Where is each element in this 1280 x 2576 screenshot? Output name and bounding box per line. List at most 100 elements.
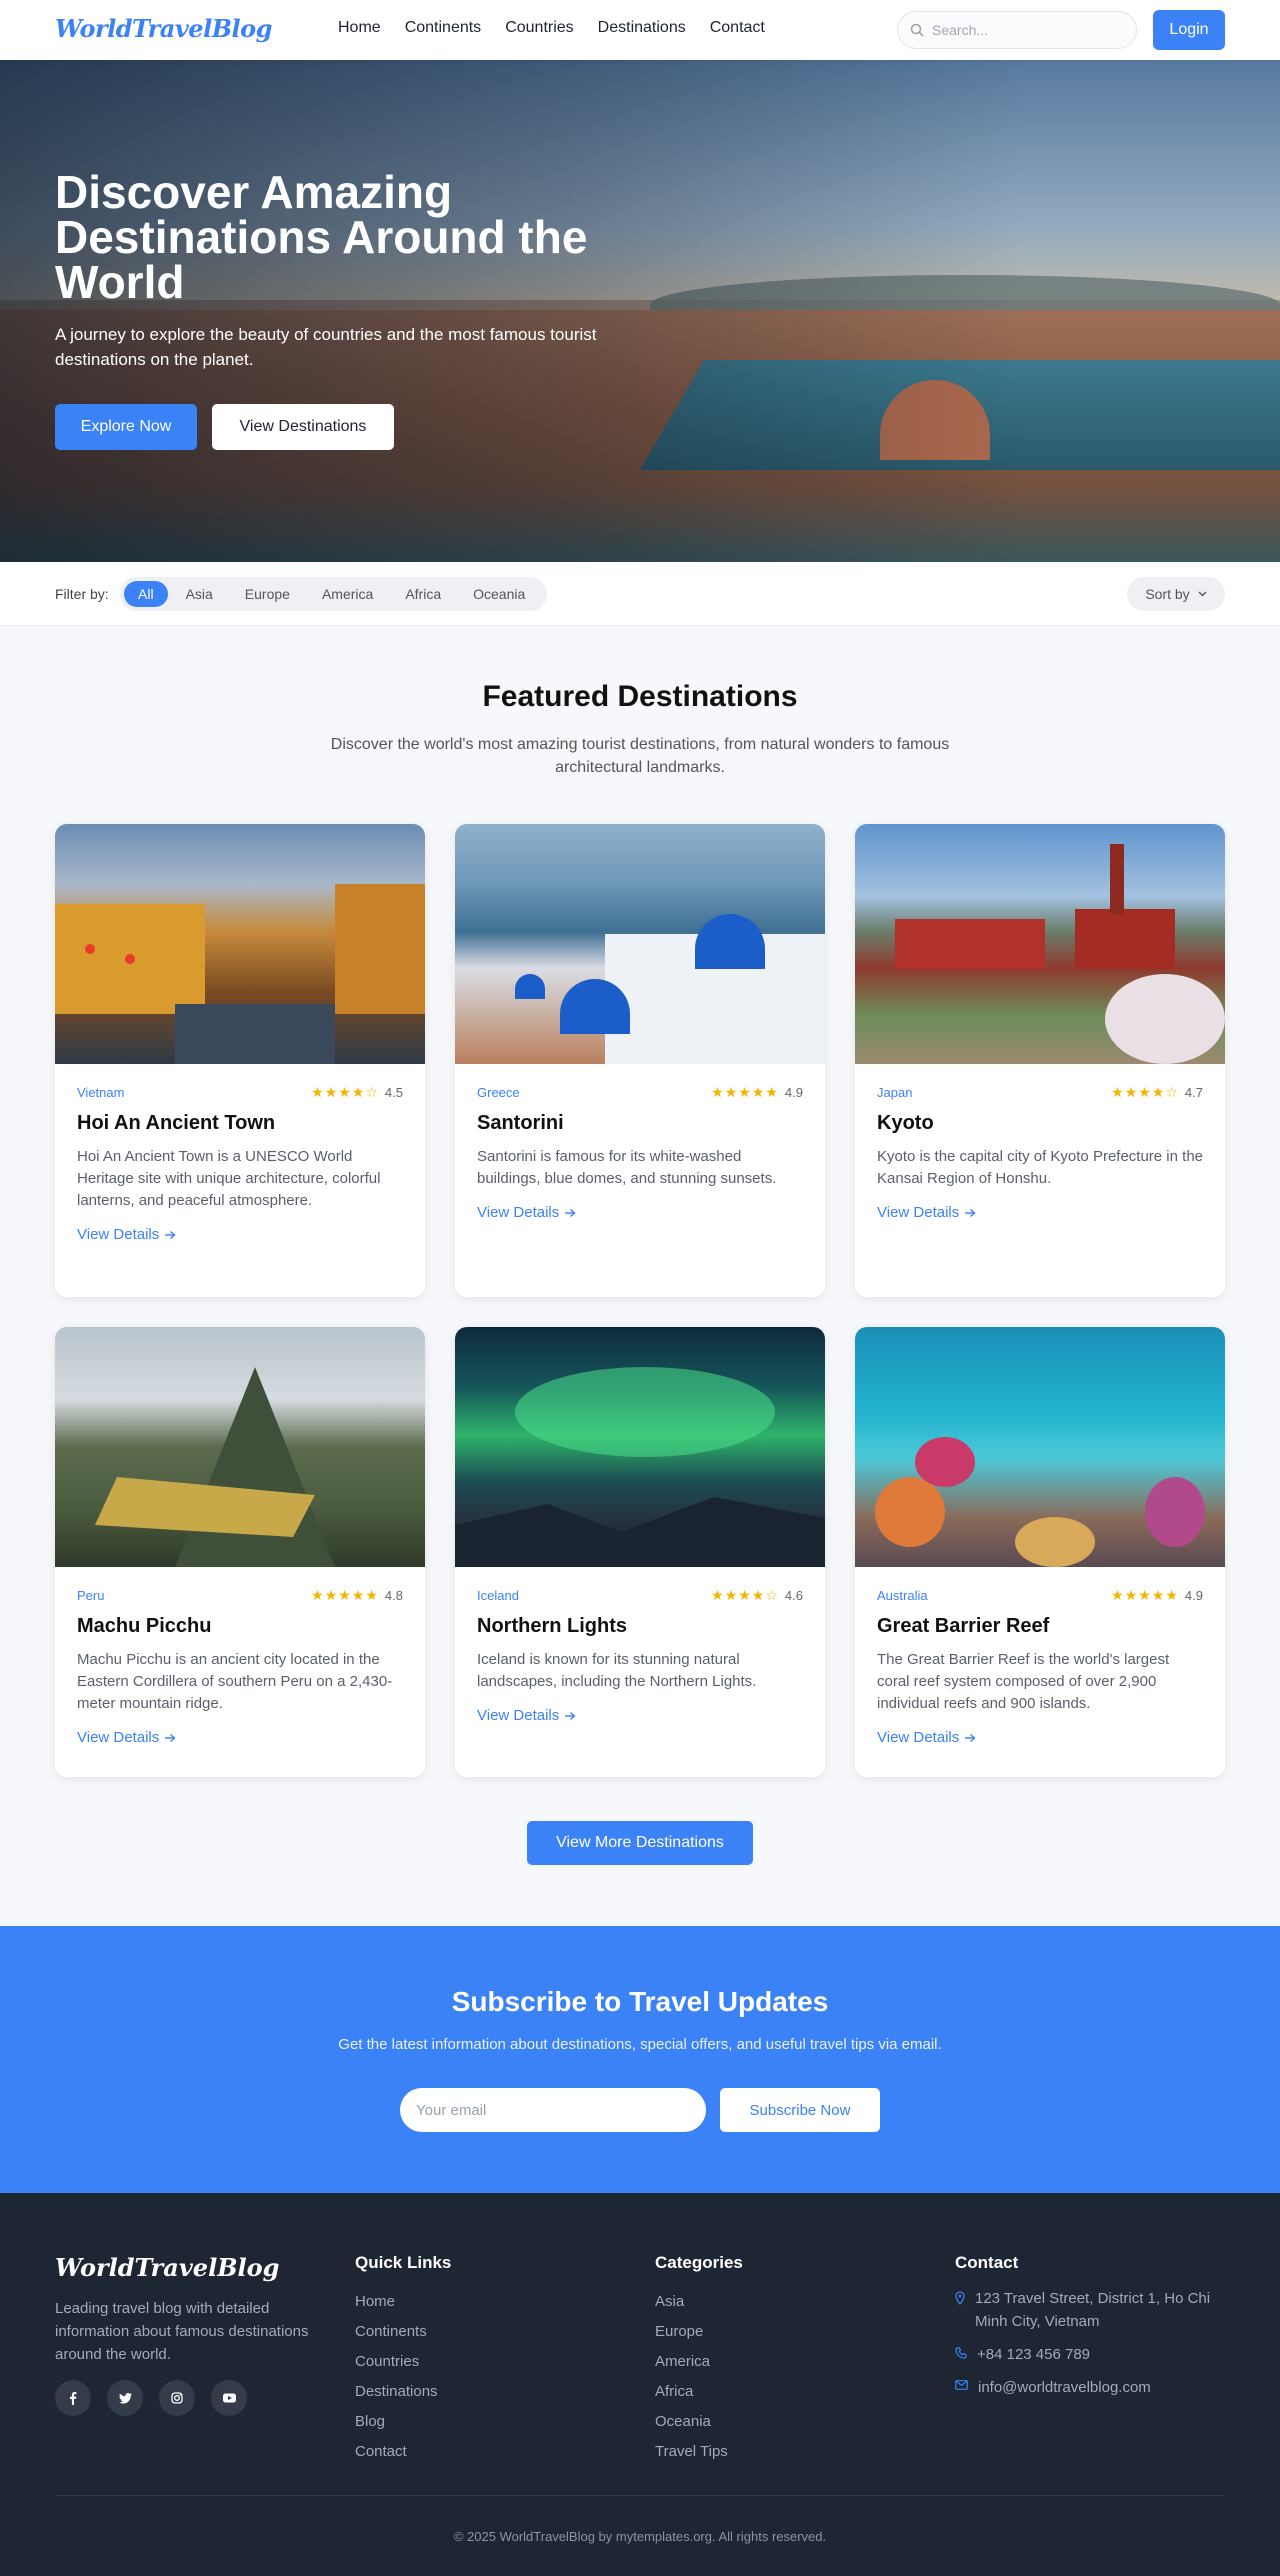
instagram-icon[interactable]	[159, 2380, 195, 2416]
card-image-machu-picchu	[55, 1327, 425, 1567]
view-more-destinations-button[interactable]: View More Destinations	[527, 1821, 753, 1865]
card-description: Iceland is known for its stunning natura…	[477, 1651, 757, 1690]
rating-stars: ★★★★☆	[311, 1084, 379, 1100]
social-links	[55, 2380, 247, 2416]
categories-column: Categories Asia Europe America Africa Oc…	[655, 2253, 743, 2467]
footer-category-europe[interactable]: Europe	[655, 2317, 743, 2347]
filter-asia[interactable]: Asia	[172, 581, 227, 607]
card-country: Iceland	[477, 1588, 519, 1603]
view-details-link[interactable]: View Details	[477, 1707, 576, 1724]
location-pin-icon	[955, 2291, 965, 2305]
card-description: Kyoto is the capital city of Kyoto Prefe…	[877, 1148, 1204, 1187]
card-image-santorini	[455, 824, 825, 1064]
footer-category-america[interactable]: America	[655, 2347, 743, 2377]
destination-card[interactable]: Iceland ★★★★☆ 4.6 Northern Lights Iceland…	[455, 1327, 825, 1777]
subscribe-section: Subscribe to Travel Updates Get the late…	[0, 1926, 1280, 2193]
footer-logo[interactable]: WorldTravelBlog	[55, 2253, 279, 2282]
rating-value: 4.9	[1184, 1588, 1203, 1603]
destination-card[interactable]: Vietnam ★★★★☆ 4.5 Hoi An Ancient Town Hoi…	[55, 824, 425, 1297]
footer-link-continents[interactable]: Continents	[355, 2317, 451, 2347]
login-button[interactable]: Login	[1153, 10, 1225, 50]
phone-icon	[955, 2347, 967, 2359]
filter-all[interactable]: All	[124, 581, 168, 607]
footer-category-africa[interactable]: Africa	[655, 2377, 743, 2407]
view-destinations-button[interactable]: View Destinations	[212, 404, 394, 450]
card-image-great-barrier-reef	[855, 1327, 1225, 1567]
contact-email: info@worldtravelblog.com	[955, 2376, 1225, 2399]
filter-america[interactable]: America	[308, 581, 387, 607]
card-image-kyoto	[855, 824, 1225, 1064]
nav-home[interactable]: Home	[338, 19, 381, 37]
view-details-link[interactable]: View Details	[477, 1204, 576, 1221]
search-icon	[910, 23, 924, 37]
hero-subtitle: A journey to explore the beauty of count…	[55, 325, 597, 369]
hero-overlay	[0, 60, 1280, 562]
rating-value: 4.8	[384, 1588, 403, 1603]
nav-continents[interactable]: Continents	[405, 19, 482, 37]
hero-title: Discover Amazing Destinations Around the…	[55, 166, 588, 308]
filter-europe[interactable]: Europe	[231, 581, 304, 607]
arrow-right-icon	[965, 1208, 976, 1217]
nav-countries[interactable]: Countries	[505, 19, 573, 37]
rating-stars: ★★★★☆	[711, 1587, 779, 1603]
main-nav: Home Continents Countries Destinations C…	[338, 19, 765, 37]
card-title: Great Barrier Reef	[877, 1615, 1050, 1637]
rating-value: 4.9	[784, 1085, 803, 1100]
filter-bar: Filter by: All Asia Europe America Afric…	[0, 562, 1280, 626]
card-title: Kyoto	[877, 1112, 934, 1134]
view-details-link[interactable]: View Details	[77, 1729, 176, 1746]
footer-link-contact[interactable]: Contact	[355, 2437, 451, 2467]
facebook-icon[interactable]	[55, 2380, 91, 2416]
arrow-right-icon	[565, 1711, 576, 1720]
footer-divider	[55, 2495, 1225, 2496]
card-title: Santorini	[477, 1112, 564, 1134]
rating-stars: ★★★★★	[711, 1084, 779, 1100]
footer-link-blog[interactable]: Blog	[355, 2407, 451, 2437]
view-details-link[interactable]: View Details	[77, 1226, 176, 1243]
footer-category-asia[interactable]: Asia	[655, 2287, 743, 2317]
card-description: The Great Barrier Reef is the world's la…	[877, 1651, 1170, 1712]
destination-card[interactable]: Australia ★★★★★ 4.9 Great Barrier Reef Th…	[855, 1327, 1225, 1777]
sort-dropdown[interactable]: Sort by	[1127, 577, 1225, 611]
card-country: Vietnam	[77, 1085, 125, 1100]
destination-card[interactable]: Peru ★★★★★ 4.8 Machu Picchu Machu Picchu …	[55, 1327, 425, 1777]
featured-subtitle: Discover the world's most amazing touris…	[330, 736, 950, 776]
filter-africa[interactable]: Africa	[391, 581, 455, 607]
card-title: Hoi An Ancient Town	[77, 1112, 276, 1134]
arrow-right-icon	[965, 1733, 976, 1742]
footer-category-oceania[interactable]: Oceania	[655, 2407, 743, 2437]
rating-stars: ★★★★☆	[1111, 1084, 1179, 1100]
footer-category-travel-tips[interactable]: Travel Tips	[655, 2437, 743, 2467]
nav-contact[interactable]: Contact	[710, 19, 765, 37]
site-logo[interactable]: WorldTravelBlog	[55, 14, 272, 43]
twitter-icon[interactable]	[107, 2380, 143, 2416]
card-title: Northern Lights	[477, 1615, 627, 1637]
nav-destinations[interactable]: Destinations	[598, 19, 686, 37]
chevron-down-icon	[1198, 591, 1207, 597]
card-image-hoi-an	[55, 824, 425, 1064]
featured-title: Featured Destinations	[482, 680, 798, 713]
explore-now-button[interactable]: Explore Now	[55, 404, 197, 450]
card-description: Machu Picchu is an ancient city located …	[77, 1651, 393, 1712]
filter-pills: All Asia Europe America Africa Oceania	[120, 577, 548, 611]
card-country: Greece	[477, 1085, 520, 1100]
footer-link-countries[interactable]: Countries	[355, 2347, 451, 2377]
card-country: Japan	[877, 1085, 913, 1100]
arrow-right-icon	[165, 1733, 176, 1742]
footer-link-home[interactable]: Home	[355, 2287, 451, 2317]
youtube-icon[interactable]	[211, 2380, 247, 2416]
contact-phone: +84 123 456 789	[955, 2343, 1225, 2366]
destination-card[interactable]: Japan ★★★★☆ 4.7 Kyoto Kyoto is the capita…	[855, 824, 1225, 1297]
search-input[interactable]	[932, 22, 1112, 38]
subscribe-button[interactable]: Subscribe Now	[720, 2088, 880, 2132]
subscribe-text: Get the latest information about destina…	[338, 2036, 942, 2053]
card-image-northern-lights	[455, 1327, 825, 1567]
categories-title: Categories	[655, 2253, 743, 2272]
email-field[interactable]	[400, 2088, 706, 2132]
view-details-link[interactable]: View Details	[877, 1204, 976, 1221]
filter-oceania[interactable]: Oceania	[459, 581, 539, 607]
footer-link-destinations[interactable]: Destinations	[355, 2377, 451, 2407]
rating-value: 4.5	[384, 1085, 403, 1100]
destination-card[interactable]: Greece ★★★★★ 4.9 Santorini Santorini is f…	[455, 824, 825, 1297]
view-details-link[interactable]: View Details	[877, 1729, 976, 1746]
